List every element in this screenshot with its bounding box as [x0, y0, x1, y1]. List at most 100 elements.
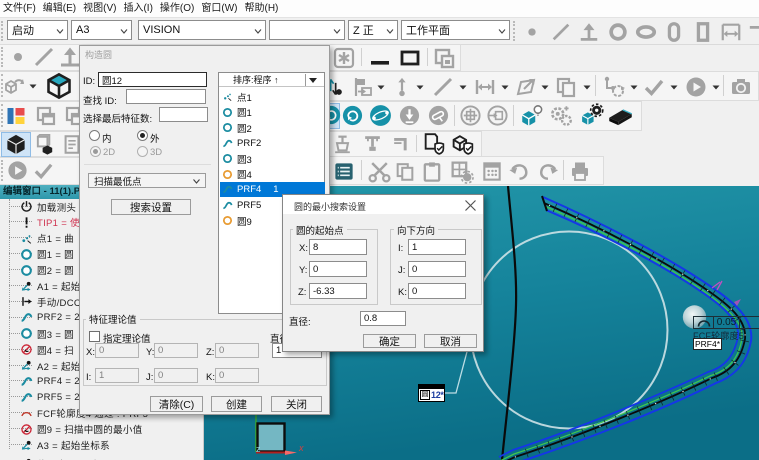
id-input[interactable]: 圆12: [98, 72, 207, 87]
branch-gear-icon[interactable]: [601, 75, 627, 99]
feature-item-PRF2[interactable]: PRF2: [220, 136, 324, 151]
z-input[interactable]: -6.33: [309, 283, 367, 299]
copy-icon[interactable]: [394, 160, 416, 183]
radio-2d[interactable]: [90, 146, 101, 157]
radio-outer-label[interactable]: 外: [150, 131, 160, 145]
circle12-label[interactable]: 圆 12*: [418, 384, 445, 402]
iso-cube-icon[interactable]: [45, 72, 73, 100]
dropdown-caret-icon[interactable]: [583, 85, 591, 90]
theory-x-input[interactable]: 0: [95, 343, 139, 358]
width-box-icon[interactable]: [718, 21, 744, 43]
line-icon[interactable]: [430, 75, 456, 99]
radio-outer[interactable]: [137, 130, 148, 141]
theory-k-input[interactable]: 0: [215, 368, 259, 383]
cube-pair-icon[interactable]: [33, 133, 58, 156]
cut-corner-icon[interactable]: [746, 21, 759, 43]
scan-mode-dropdown[interactable]: 扫描最低点: [88, 173, 206, 188]
point-icon[interactable]: [6, 45, 30, 69]
circle-o-icon[interactable]: [605, 21, 631, 43]
create-button[interactable]: 创建: [211, 396, 262, 412]
feature-item-圆1[interactable]: 圆1: [220, 105, 324, 120]
save-layout-icon[interactable]: [431, 46, 457, 70]
dropdown-caret-icon[interactable]: [377, 85, 385, 90]
dropdown-caret-icon[interactable]: [541, 85, 549, 90]
printer-icon[interactable]: [567, 159, 593, 183]
combo-workplane[interactable]: 工作平面: [401, 20, 510, 40]
combo-machine[interactable]: VISION: [138, 20, 266, 40]
slot-v-icon[interactable]: [661, 21, 687, 43]
t-clamp-icon[interactable]: [360, 133, 385, 155]
prf4-label[interactable]: PRF4*: [693, 338, 722, 350]
y-input[interactable]: 0: [309, 261, 367, 277]
sort-dropdown-button[interactable]: [305, 74, 320, 86]
hline-black-icon[interactable]: [367, 46, 393, 70]
close-button[interactable]: 关闭: [271, 396, 322, 412]
tiles-icon[interactable]: [4, 104, 29, 128]
feature-item-点1[interactable]: 点1: [220, 89, 324, 104]
box-gear-icon[interactable]: [448, 159, 475, 184]
roller-circle-icon[interactable]: [427, 104, 450, 127]
bulb-cube-icon[interactable]: [519, 103, 545, 129]
cube-arrow-icon[interactable]: [2, 74, 26, 98]
camera-icon[interactable]: [727, 75, 755, 99]
menu-item-0[interactable]: 文件(F): [0, 0, 39, 17]
gear-cube-icon[interactable]: [579, 103, 604, 128]
cube-shield-icon[interactable]: [450, 131, 476, 156]
dropdown-caret-icon[interactable]: [630, 85, 638, 90]
radio-inner[interactable]: [89, 130, 100, 141]
tree-item-14[interactable]: 圆9 = 扫描中圆的最小值: [0, 421, 203, 437]
win-copy-icon[interactable]: [33, 104, 59, 128]
dropdown-caret-icon[interactable]: [670, 85, 678, 90]
menu-item-5[interactable]: 窗口(W): [198, 0, 240, 17]
menu-item-2[interactable]: 视图(V): [80, 0, 119, 17]
menu-item-4[interactable]: 操作(O): [157, 0, 197, 17]
plunger-icon[interactable]: [330, 133, 355, 155]
menu-item-6[interactable]: 帮助(H): [241, 0, 281, 17]
point-icon[interactable]: [519, 21, 545, 43]
flag-key-icon[interactable]: [350, 75, 374, 99]
cube-black-icon[interactable]: [4, 133, 28, 156]
line-icon[interactable]: [32, 45, 56, 69]
rect-v-icon[interactable]: [690, 21, 716, 43]
dropdown-caret-icon[interactable]: [501, 85, 509, 90]
grid-box-icon[interactable]: [480, 160, 504, 183]
dropdown-caret-icon[interactable]: [416, 85, 424, 90]
gears-icon[interactable]: [548, 103, 574, 129]
last-features-input[interactable]: [159, 107, 208, 122]
search-diameter-input[interactable]: 0.8: [360, 311, 406, 326]
combo-view-direction[interactable]: Z 正: [348, 20, 398, 40]
move-v-icon[interactable]: [391, 76, 413, 98]
search-settings-button[interactable]: 搜索设置: [111, 199, 191, 215]
i-input[interactable]: 1: [408, 239, 466, 255]
k-input[interactable]: 0: [408, 283, 466, 299]
combo-alignment[interactable]: A3: [71, 20, 132, 40]
cancel-button[interactable]: 取消: [424, 334, 477, 348]
plus-circle-box-icon[interactable]: [459, 104, 482, 127]
star-box-icon[interactable]: [332, 46, 356, 70]
ellipse-o-icon[interactable]: [633, 21, 659, 43]
feature-item-圆4[interactable]: 圆4: [220, 167, 324, 182]
theory-y-input[interactable]: 0: [154, 343, 198, 358]
list-panel-icon[interactable]: [332, 160, 356, 183]
play-icon[interactable]: [6, 159, 29, 182]
x-input[interactable]: 8: [309, 239, 367, 255]
play-icon[interactable]: [683, 75, 709, 99]
find-id-input[interactable]: [126, 89, 206, 104]
dropdown-caret-icon[interactable]: [29, 84, 37, 89]
radio-inner-label[interactable]: 内: [102, 131, 112, 145]
tree-item-16[interactable]: 位置度 = 通过: [0, 456, 203, 460]
rotate-circle-icon[interactable]: [341, 104, 364, 127]
toolbar-grip[interactable]: [1, 21, 6, 41]
tree-item-15[interactable]: A3 = 起始坐标系: [0, 437, 203, 453]
toolbar-grip[interactable]: [513, 21, 518, 41]
perp-icon[interactable]: [576, 21, 602, 43]
combo-start[interactable]: 启动: [7, 20, 68, 40]
specify-theory-checkbox[interactable]: [89, 331, 100, 342]
theory-z-input[interactable]: 0: [215, 343, 259, 358]
dropdown-caret-icon[interactable]: [459, 85, 467, 90]
combo-extra[interactable]: [269, 20, 345, 40]
clipboard-icon[interactable]: [420, 160, 444, 183]
export-circle-box-icon[interactable]: [486, 104, 509, 127]
page-shield-icon[interactable]: [421, 131, 447, 156]
line-icon[interactable]: [548, 21, 574, 43]
